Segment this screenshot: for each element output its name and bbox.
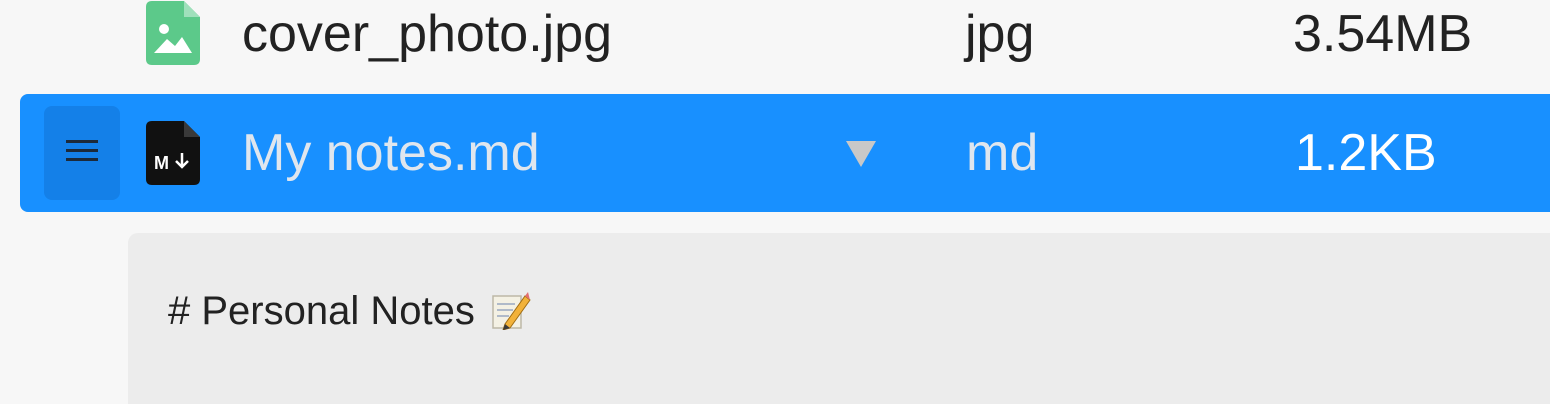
- file-size: 1.2KB: [1295, 124, 1437, 182]
- svg-text:M: M: [154, 153, 169, 173]
- file-name: My notes.md: [242, 124, 540, 182]
- markdown-file-icon: M: [146, 121, 200, 185]
- file-preview-panel: # Personal Notes: [128, 233, 1550, 404]
- file-size: 3.54MB: [1293, 5, 1473, 63]
- preview-heading-text: # Personal Notes: [168, 289, 475, 333]
- preview-heading: # Personal Notes: [168, 289, 531, 340]
- file-name: cover_photo.jpg: [242, 5, 613, 63]
- pencil-memo-icon: [491, 290, 531, 340]
- image-file-icon: [146, 1, 200, 65]
- file-row[interactable]: cover_photo.jpg jpg 3.54MB: [0, 0, 1550, 93]
- menu-icon: [66, 140, 98, 161]
- file-list: cover_photo.jpg jpg 3.54MB M My notes.md: [0, 0, 1550, 404]
- file-type: jpg: [965, 5, 1035, 63]
- file-type: md: [966, 124, 1039, 182]
- file-row-selected[interactable]: M My notes.md md 1.2KB: [20, 94, 1550, 212]
- drag-handle-button[interactable]: [44, 106, 120, 200]
- caret-down-icon[interactable]: [846, 141, 876, 172]
